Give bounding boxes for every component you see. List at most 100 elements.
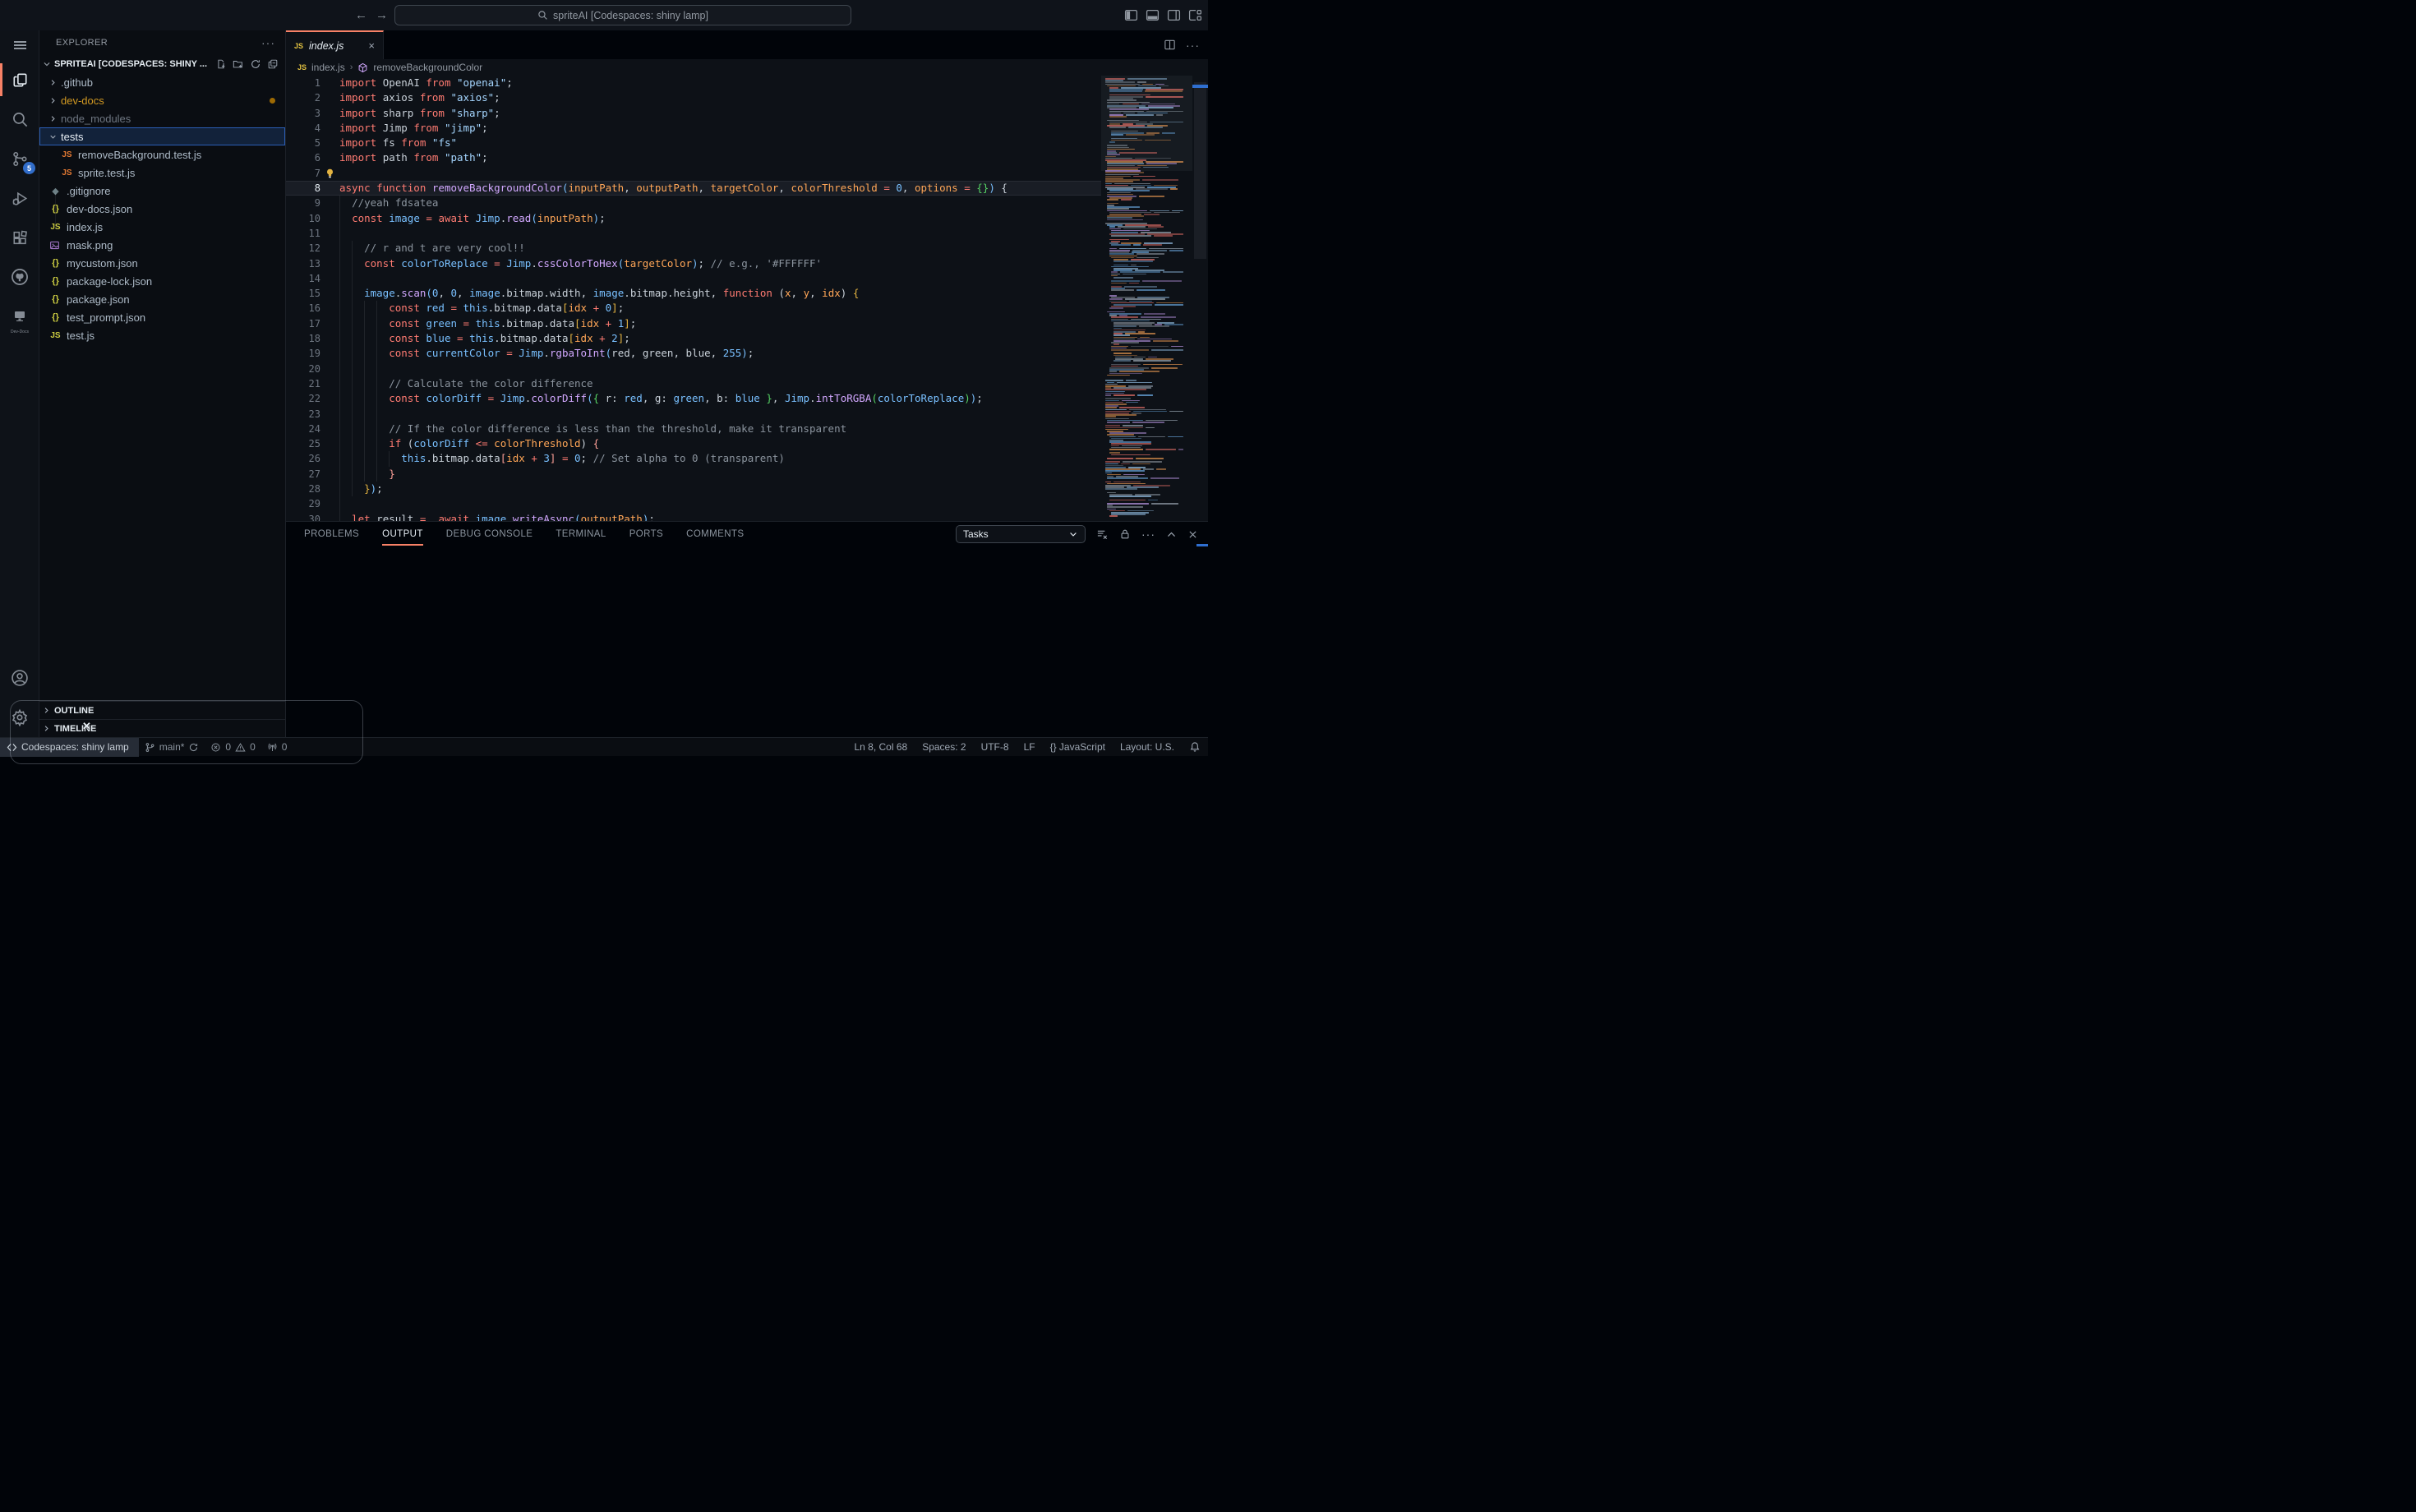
status-indentation[interactable]: Spaces: 2 [915,738,973,757]
tree-item-package-lock-json[interactable]: {}package-lock.json [39,272,285,290]
nav-forward-button[interactable]: → [376,8,388,22]
notifications-bell-button[interactable] [1182,738,1208,757]
panel-tab-comments[interactable]: COMMENTS [686,522,744,546]
outline-section-header[interactable]: OUTLINE [39,701,285,719]
toggle-panel-button[interactable] [1144,7,1160,24]
problems-indicator[interactable]: 0 0 [205,738,261,757]
accounts-button[interactable] [0,658,39,698]
code-line-13[interactable]: 13 const colorToReplace = Jimp.cssColorT… [286,256,1101,271]
settings-button[interactable] [0,698,39,737]
status-encoding[interactable]: UTF-8 [974,738,1017,757]
tab-close-button[interactable]: × [368,39,375,52]
tree-item-tests[interactable]: tests [39,127,285,145]
tree-item-package-json[interactable]: {}package.json [39,290,285,308]
sidebar-item-extensions[interactable] [0,218,39,257]
panel-tab-debug-console[interactable]: DEBUG CONSOLE [446,522,533,546]
tree-item-mask-png[interactable]: mask.png [39,236,285,254]
tree-item-test-js[interactable]: JStest.js [39,326,285,344]
command-center-search[interactable]: spriteAI [Codespaces: shiny lamp] [394,5,851,25]
branch-indicator[interactable]: main* [139,738,205,757]
explorer-more-actions-button[interactable]: ··· [261,36,275,49]
panel-tab-problems[interactable]: PROBLEMS [304,522,359,546]
refresh-button[interactable] [250,58,261,70]
editor[interactable]: 1import OpenAI from "openai";2import axi… [286,76,1208,521]
collapse-folders-button[interactable] [267,58,279,70]
status-keyboard-layout[interactable]: Layout: U.S. [1113,738,1182,757]
workspace-section-header[interactable]: SPRITEAI [CODESPACES: SHINY ... [39,55,285,73]
close-panel-button[interactable] [1187,529,1198,540]
code-line-26[interactable]: 26 this.bitmap.data[idx + 3] = 0; // Set… [286,451,1101,466]
code-line-18[interactable]: 18 const blue = this.bitmap.data[idx + 2… [286,331,1101,346]
customize-layout-button[interactable] [1187,7,1203,24]
code-line-9[interactable]: 9 //yeah fdsatea [286,196,1101,210]
tree-item-mycustom-json[interactable]: {}mycustom.json [39,254,285,272]
output-channel-select[interactable]: Tasks [956,525,1086,543]
code-line-3[interactable]: 3import sharp from "sharp"; [286,106,1101,121]
editor-scrollbar[interactable] [1192,76,1208,521]
status-eol[interactable]: LF [1017,738,1043,757]
new-file-button[interactable] [215,58,227,70]
sidebar-item-search[interactable] [0,99,39,139]
breadcrumb-file[interactable]: index.js [311,62,345,73]
sidebar-item-source-control[interactable]: 5 [0,139,39,178]
code-line-14[interactable]: 14 [286,271,1101,286]
nav-back-button[interactable]: ← [355,8,367,22]
sidebar-item-run-debug[interactable] [0,178,39,218]
breadcrumb-symbol[interactable]: removeBackgroundColor [373,62,482,73]
code-line-23[interactable]: 23 [286,407,1101,422]
code-line-17[interactable]: 17 const green = this.bitmap.data[idx + … [286,316,1101,331]
code-line-11[interactable]: 11 [286,226,1101,241]
tab-index-js[interactable]: JS index.js × [286,30,384,59]
toggle-secondary-sidebar-button[interactable] [1165,7,1182,24]
code-line-30[interactable]: 30 let result = await image.writeAsync(o… [286,512,1101,521]
panel-tab-ports[interactable]: PORTS [629,522,663,546]
tree-item-sprite-test-js[interactable]: JSsprite.test.js [39,164,285,182]
tree-item-node-modules[interactable]: node_modules [39,109,285,127]
panel-more-actions-button[interactable]: ··· [1141,528,1155,541]
menu-button[interactable] [0,30,39,60]
tree-item-test-prompt-json[interactable]: {}test_prompt.json [39,308,285,326]
code-line-10[interactable]: 10 const image = await Jimp.read(inputPa… [286,211,1101,226]
code-line-15[interactable]: 15 image.scan(0, 0, image.bitmap.width, … [286,286,1101,301]
code-line-8[interactable]: 8async function removeBackgroundColor(in… [286,181,1101,196]
code-line-21[interactable]: 21 // Calculate the color difference [286,376,1101,391]
ports-indicator[interactable]: 0 [261,738,293,757]
tree-item-dev-docs-json[interactable]: {}dev-docs.json [39,200,285,218]
panel-tab-output[interactable]: OUTPUT [382,522,423,546]
code-line-22[interactable]: 22 const colorDiff = Jimp.colorDiff({ r:… [286,391,1101,406]
tree-item--github[interactable]: .github [39,73,285,91]
status-cursor-position[interactable]: Ln 8, Col 68 [846,738,915,757]
remote-indicator[interactable]: Codespaces: shiny lamp [0,738,139,757]
timeline-section-header[interactable]: TIMELINE [39,719,285,737]
tree-item-dev-docs[interactable]: dev-docs [39,91,285,109]
code-line-1[interactable]: 1import OpenAI from "openai"; [286,76,1101,90]
code-line-7[interactable]: 7 [286,166,1101,181]
code-line-28[interactable]: 28 }); [286,482,1101,496]
code-line-29[interactable]: 29 [286,496,1101,511]
code-line-19[interactable]: 19 const currentColor = Jimp.rgbaToInt(r… [286,346,1101,361]
lightbulb-icon[interactable] [325,168,335,179]
tree-item--gitignore[interactable]: ◆.gitignore [39,182,285,200]
maximize-panel-button[interactable] [1166,529,1177,540]
split-editor-button[interactable] [1164,39,1176,51]
tree-item-index-js[interactable]: JSindex.js [39,218,285,236]
code-line-24[interactable]: 24 // If the color difference is less th… [286,422,1101,436]
minimap[interactable] [1101,76,1192,521]
panel-tab-terminal[interactable]: TERMINAL [556,522,606,546]
code-line-5[interactable]: 5import fs from "fs" [286,136,1101,150]
editor-code[interactable]: 1import OpenAI from "openai";2import axi… [286,76,1101,521]
lock-output-button[interactable] [1119,528,1131,540]
editor-more-actions-button[interactable]: ··· [1186,39,1200,52]
status-language-mode[interactable]: {} JavaScript [1043,738,1113,757]
code-line-4[interactable]: 4import Jimp from "jimp"; [286,121,1101,136]
sidebar-item-github[interactable] [0,257,39,297]
code-line-25[interactable]: 25 if (colorDiff <= colorThreshold) { [286,436,1101,451]
new-folder-button[interactable] [233,58,244,70]
sidebar-item-dev-docs[interactable]: Dev-Docs [0,297,39,336]
sidebar-item-explorer[interactable] [0,60,39,99]
code-line-16[interactable]: 16 const red = this.bitmap.data[idx + 0]… [286,301,1101,316]
code-line-2[interactable]: 2import axios from "axios"; [286,90,1101,105]
code-line-12[interactable]: 12 // r and t are very cool!! [286,241,1101,256]
tree-item-removebackground-test-js[interactable]: JSremoveBackground.test.js [39,145,285,164]
clear-output-button[interactable] [1096,528,1109,541]
